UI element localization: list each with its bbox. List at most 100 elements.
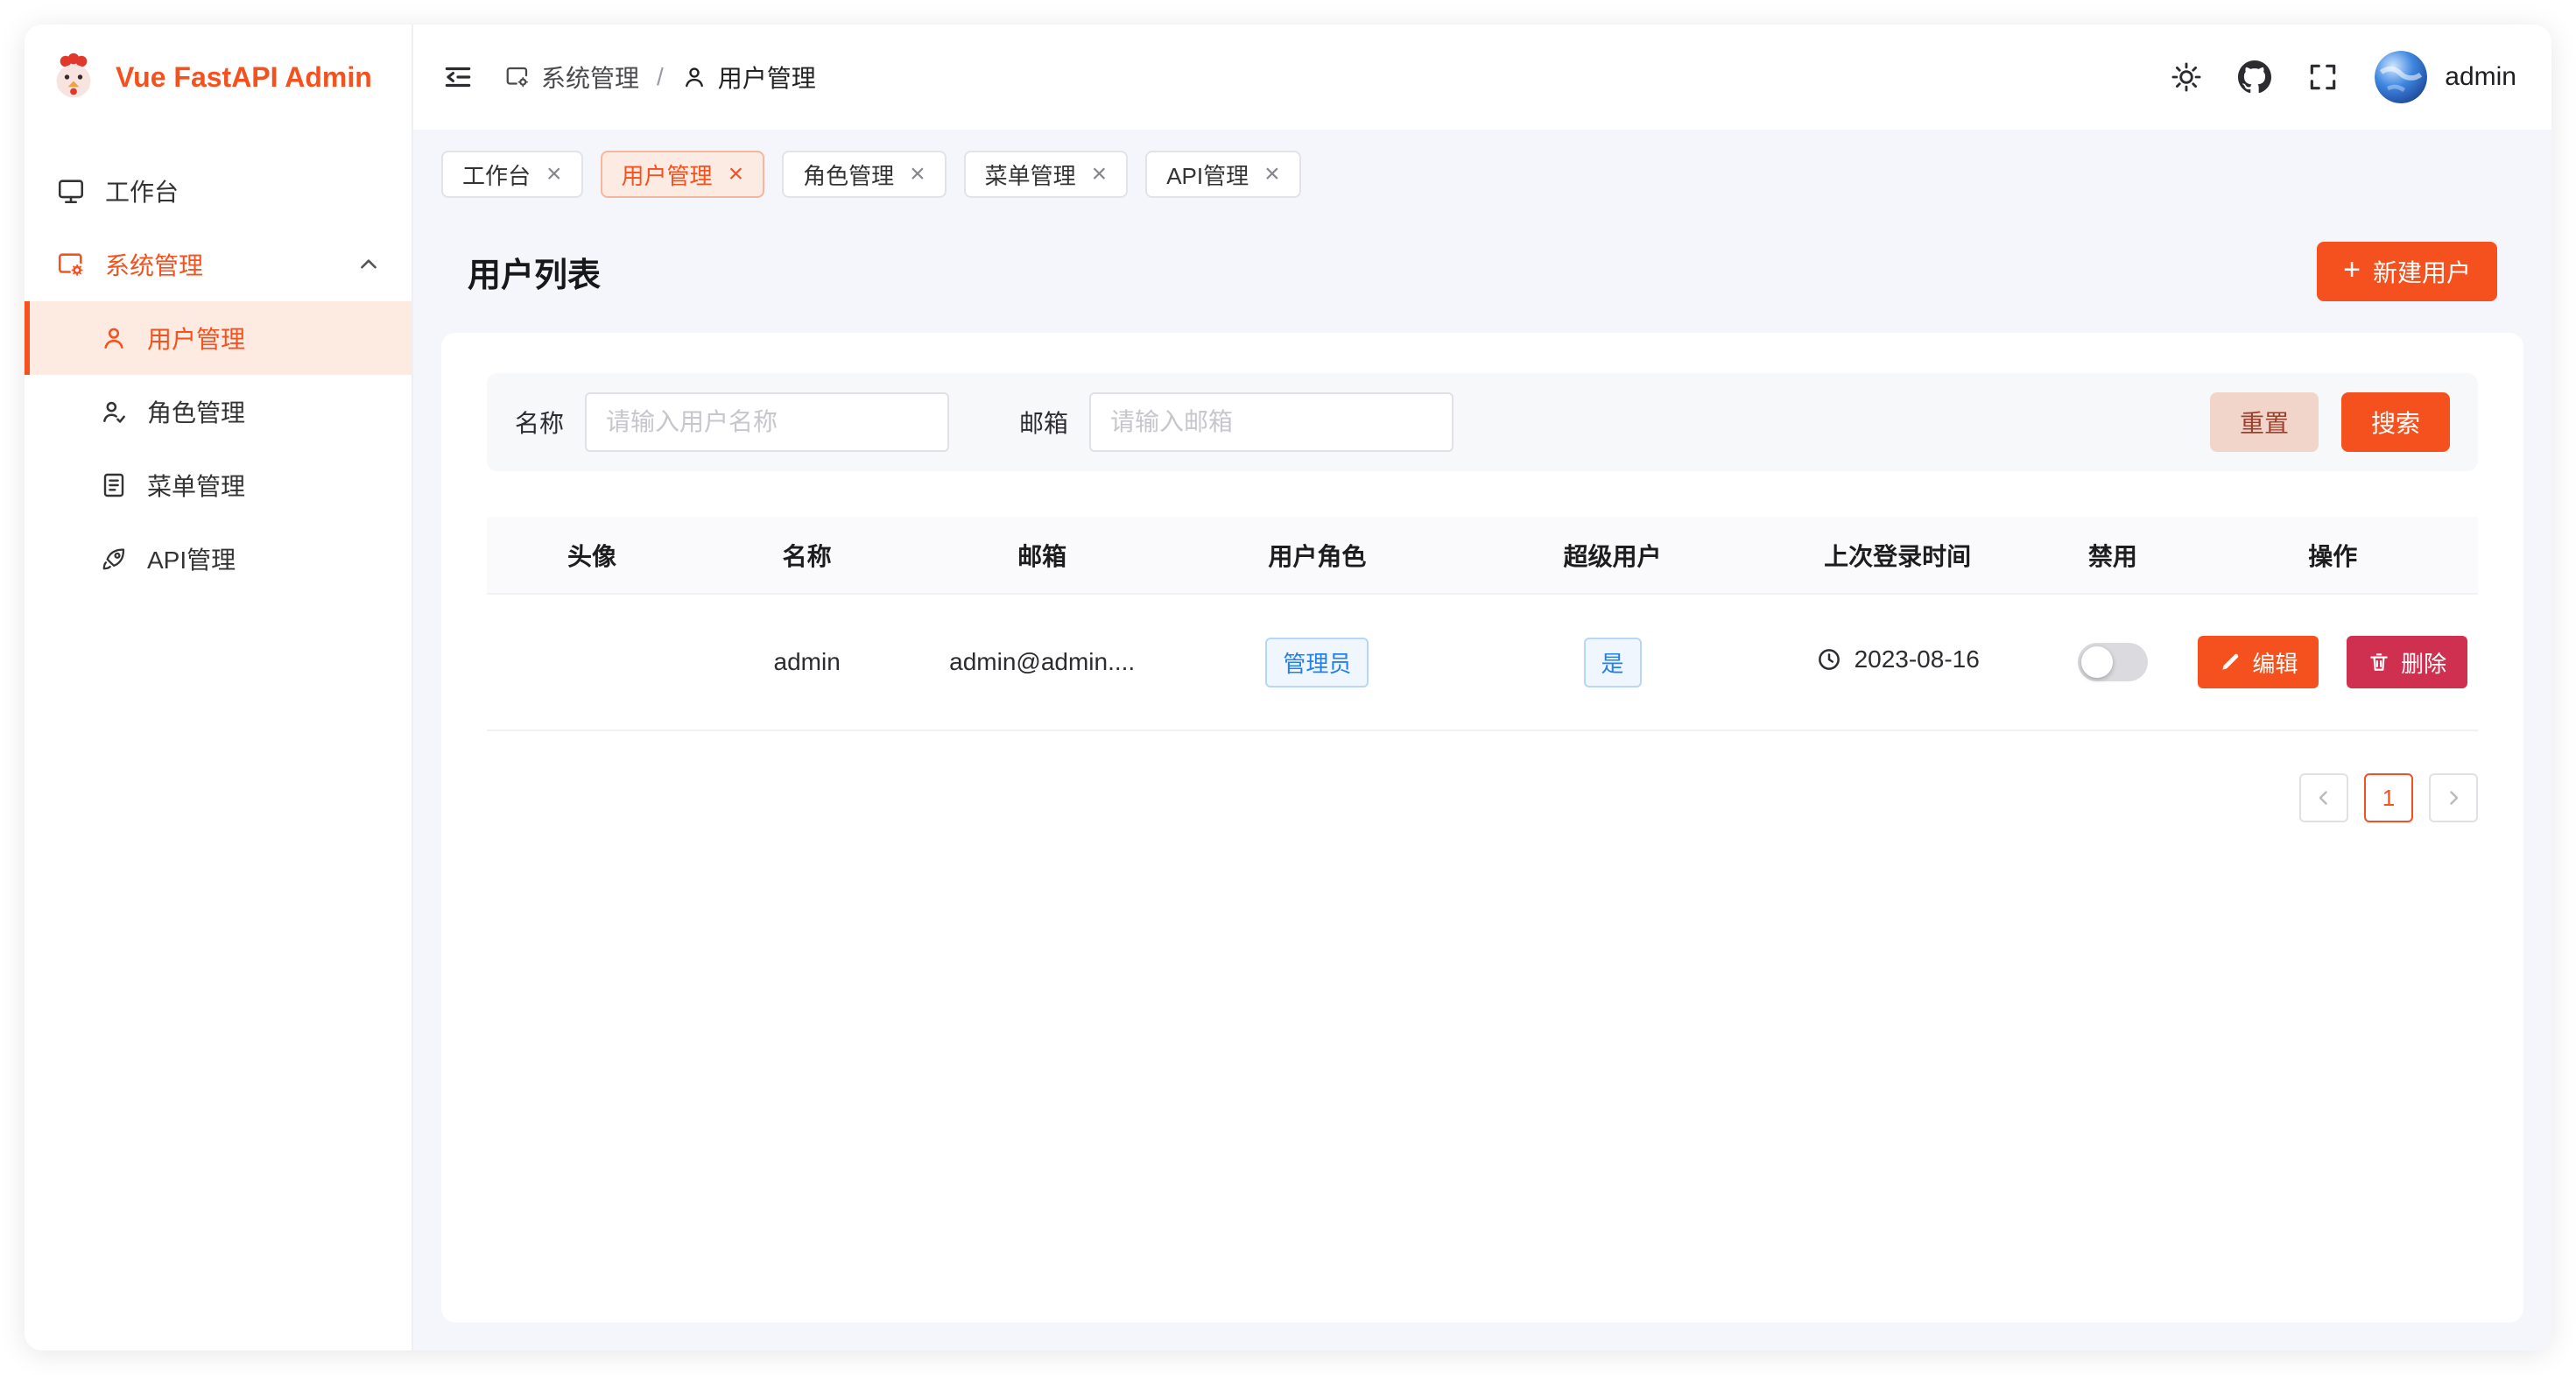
topbar: 系统管理 / 用户管理 xyxy=(413,25,2551,130)
sidebar-item-menu-management[interactable]: 菜单管理 xyxy=(25,448,412,522)
rooster-logo-icon xyxy=(47,51,100,103)
fullscreen-button[interactable] xyxy=(2306,60,2340,94)
clock-icon xyxy=(1816,646,1842,673)
delete-button-label: 删除 xyxy=(2401,646,2446,679)
rocket-icon xyxy=(100,545,128,573)
search-button[interactable]: 搜索 xyxy=(2341,392,2450,452)
edit-button[interactable]: 编辑 xyxy=(2198,636,2319,688)
table-header-row: 头像 名称 邮箱 用户角色 超级用户 上次登录时间 禁用 操作 xyxy=(487,517,2478,594)
globe-avatar-image xyxy=(2375,51,2427,103)
tab-menu-management[interactable]: 菜单管理 × xyxy=(964,151,1129,198)
tab-label: 菜单管理 xyxy=(985,159,1076,191)
cell-email: admin@admin.... xyxy=(917,594,1167,730)
sidebar-item-label: 系统管理 xyxy=(105,247,203,282)
brand-title: Vue FastAPI Admin xyxy=(116,61,372,94)
email-field-label: 邮箱 xyxy=(1019,405,1068,440)
pagination: 1 xyxy=(487,773,2478,822)
tab-close-icon[interactable]: × xyxy=(546,161,562,187)
page-content: 用户列表 + 新建用户 名称 邮箱 重置 搜索 xyxy=(413,215,2551,1350)
search-actions: 重置 搜索 xyxy=(2210,392,2450,452)
edit-button-label: 编辑 xyxy=(2252,646,2298,679)
main-area: 系统管理 / 用户管理 xyxy=(413,25,2551,1350)
tab-close-icon[interactable]: × xyxy=(910,161,926,187)
plus-icon: + xyxy=(2343,253,2361,287)
role-tag: 管理员 xyxy=(1265,638,1369,688)
cell-disabled xyxy=(2038,594,2187,730)
sidebar-collapse-button[interactable] xyxy=(441,60,475,94)
cell-actions: 编辑 删除 xyxy=(2188,594,2478,730)
tab-role-management[interactable]: 角色管理 × xyxy=(782,151,947,198)
sidebar-item-system-management[interactable]: 系统管理 xyxy=(25,228,412,301)
trash-icon xyxy=(2368,651,2390,673)
sidebar-item-label: 工作台 xyxy=(105,173,179,208)
brand-logo[interactable]: Vue FastAPI Admin xyxy=(25,25,412,130)
chevron-up-icon xyxy=(357,253,380,276)
sidebar-menu: 工作台 系统管理 用户 xyxy=(25,130,412,596)
fullscreen-icon xyxy=(2306,60,2340,94)
column-header-role: 用户角色 xyxy=(1167,517,1467,594)
tab-label: API管理 xyxy=(1166,159,1249,191)
user-avatar[interactable] xyxy=(2375,51,2427,103)
tab-close-icon[interactable]: × xyxy=(728,161,744,187)
new-user-button[interactable]: + 新建用户 xyxy=(2317,242,2497,301)
column-header-avatar: 头像 xyxy=(487,517,697,594)
breadcrumb-label: 系统管理 xyxy=(541,60,639,95)
name-input[interactable] xyxy=(585,392,949,452)
tab-close-icon[interactable]: × xyxy=(1264,161,1280,187)
new-user-button-label: 新建用户 xyxy=(2373,254,2471,289)
sidebar-item-label: 菜单管理 xyxy=(147,468,245,503)
tab-bar: 工作台 × 用户管理 × 角色管理 × 菜单管理 × API管理 × xyxy=(413,130,2551,215)
page-title: 用户列表 xyxy=(468,248,601,296)
user-icon xyxy=(681,64,707,90)
cell-name: admin xyxy=(697,594,917,730)
user-icon xyxy=(100,324,128,352)
sidebar-item-user-management[interactable]: 用户管理 xyxy=(25,301,412,375)
sidebar-item-role-management[interactable]: 角色管理 xyxy=(25,375,412,448)
tab-workbench[interactable]: 工作台 × xyxy=(441,151,583,198)
delete-button[interactable]: 删除 xyxy=(2347,636,2467,688)
tab-close-icon[interactable]: × xyxy=(1092,161,1108,187)
superuser-tag: 是 xyxy=(1584,638,1642,688)
menu-fold-icon xyxy=(441,60,475,94)
sidebar-item-label: API管理 xyxy=(147,541,236,576)
breadcrumb: 系统管理 / 用户管理 xyxy=(504,60,816,95)
tab-api-management[interactable]: API管理 × xyxy=(1145,151,1300,198)
table-row: admin admin@admin.... 管理员 是 xyxy=(487,594,2478,730)
last-login-value: 2023-08-16 xyxy=(1855,645,1980,673)
sun-icon xyxy=(2170,60,2203,94)
github-link-button[interactable] xyxy=(2238,60,2271,94)
username-label[interactable]: admin xyxy=(2445,62,2516,92)
pagination-next-button[interactable] xyxy=(2429,773,2478,822)
pencil-icon xyxy=(2219,651,2242,673)
user-check-icon xyxy=(100,398,128,426)
disabled-toggle[interactable] xyxy=(2078,643,2148,681)
cell-role: 管理员 xyxy=(1167,594,1467,730)
github-icon xyxy=(2238,60,2271,94)
column-header-actions: 操作 xyxy=(2188,517,2478,594)
pagination-page-1[interactable]: 1 xyxy=(2364,773,2413,822)
column-header-superuser: 超级用户 xyxy=(1467,517,1757,594)
sidebar-item-label: 角色管理 xyxy=(147,394,245,429)
list-document-icon xyxy=(100,471,128,499)
sidebar: Vue FastAPI Admin 工作台 系统管理 xyxy=(25,25,413,1350)
reset-button[interactable]: 重置 xyxy=(2210,392,2319,452)
pagination-prev-button[interactable] xyxy=(2299,773,2348,822)
sidebar-item-label: 用户管理 xyxy=(147,321,245,356)
breadcrumb-item-users[interactable]: 用户管理 xyxy=(681,60,816,95)
monitor-icon xyxy=(56,176,86,206)
column-header-last-login: 上次登录时间 xyxy=(1757,517,2038,594)
sidebar-item-api-management[interactable]: API管理 xyxy=(25,522,412,596)
search-panel: 名称 邮箱 重置 搜索 xyxy=(487,373,2478,471)
window-gear-icon xyxy=(56,250,86,279)
chevron-right-icon xyxy=(2443,787,2464,808)
user-table: 头像 名称 邮箱 用户角色 超级用户 上次登录时间 禁用 操作 xyxy=(487,517,2478,731)
theme-toggle-button[interactable] xyxy=(2170,60,2203,94)
toggle-knob xyxy=(2081,646,2113,678)
chevron-left-icon xyxy=(2313,787,2334,808)
breadcrumb-label: 用户管理 xyxy=(718,60,816,95)
tab-label: 用户管理 xyxy=(622,159,713,191)
sidebar-item-workbench[interactable]: 工作台 xyxy=(25,154,412,228)
tab-user-management[interactable]: 用户管理 × xyxy=(601,151,765,198)
email-input[interactable] xyxy=(1089,392,1453,452)
breadcrumb-item-system[interactable]: 系统管理 xyxy=(504,60,639,95)
